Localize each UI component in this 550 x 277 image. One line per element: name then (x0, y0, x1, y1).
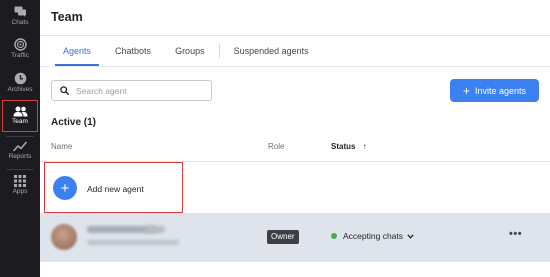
sidebar-item-team[interactable]: Team (2, 100, 38, 132)
search-input[interactable] (76, 85, 196, 96)
column-header-name[interactable]: Name (51, 142, 72, 151)
chevron-down-icon (407, 233, 414, 239)
team-icon (13, 106, 27, 117)
search-icon (60, 86, 69, 95)
agent-name-redacted (145, 226, 165, 233)
column-header-role[interactable]: Role (268, 142, 284, 151)
tab-separator (218, 44, 220, 58)
tab-agents[interactable]: Agents (51, 36, 103, 66)
sidebar-item-reports[interactable]: Reports (0, 141, 40, 161)
sidebar-item-label: Team (12, 118, 28, 126)
column-header-status-label: Status (331, 142, 356, 151)
sidebar-item-label: Reports (8, 153, 32, 160)
sidebar-item-apps[interactable]: Apps (0, 175, 40, 196)
section-title: Active (1) (51, 117, 97, 128)
search-box[interactable] (51, 80, 212, 101)
traffic-icon (13, 38, 27, 51)
clock-icon (14, 72, 26, 85)
tab-groups[interactable]: Groups (163, 36, 217, 66)
main-panel: Team Agents Chatbots Groups Suspended ag… (40, 0, 550, 277)
column-header-status[interactable]: Status ↑ (331, 142, 367, 151)
sidebar-divider (6, 136, 34, 137)
page-title: Team (51, 10, 83, 24)
sidebar-item-label: Traffic (11, 52, 29, 59)
sidebar-item-label: Archives (7, 86, 33, 93)
sidebar: Chats Traffic Archives Team Reports Apps (0, 0, 40, 277)
chat-icon (14, 6, 26, 18)
add-agent-button[interactable]: + (53, 176, 77, 200)
sidebar-item-traffic[interactable]: Traffic (0, 38, 40, 60)
plus-icon: + (462, 83, 470, 98)
add-new-agent-label[interactable]: Add new agent (87, 184, 144, 194)
status-label: Accepting chats (343, 231, 404, 241)
invite-agents-button[interactable]: + Invite agents (450, 79, 539, 102)
sort-arrow-icon: ↑ (362, 142, 367, 151)
online-status-dot (331, 233, 337, 239)
apps-grid-icon (14, 175, 26, 187)
avatar (51, 224, 77, 250)
row-divider (40, 261, 550, 262)
reports-icon (13, 141, 27, 152)
more-options-icon[interactable]: ••• (509, 228, 522, 240)
sidebar-item-label: Chats (11, 19, 29, 26)
sidebar-item-label: Apps (12, 188, 28, 195)
plus-icon: + (60, 179, 70, 197)
sidebar-item-archives[interactable]: Archives (0, 72, 40, 94)
sidebar-divider (6, 169, 34, 170)
table-row[interactable]: Owner Accepting chats ••• (40, 213, 550, 261)
tabs-divider (40, 66, 550, 67)
tab-chatbots[interactable]: Chatbots (103, 36, 163, 66)
agent-email-redacted (87, 240, 179, 245)
tab-bar: Agents Chatbots Groups Suspended agents (51, 36, 321, 66)
sidebar-item-chats[interactable]: Chats (0, 6, 40, 27)
role-badge: Owner (267, 230, 299, 244)
status-dropdown[interactable]: Accepting chats (331, 231, 414, 241)
invite-agents-label: Invite agents (474, 85, 527, 96)
tab-suspended-agents[interactable]: Suspended agents (222, 36, 321, 66)
